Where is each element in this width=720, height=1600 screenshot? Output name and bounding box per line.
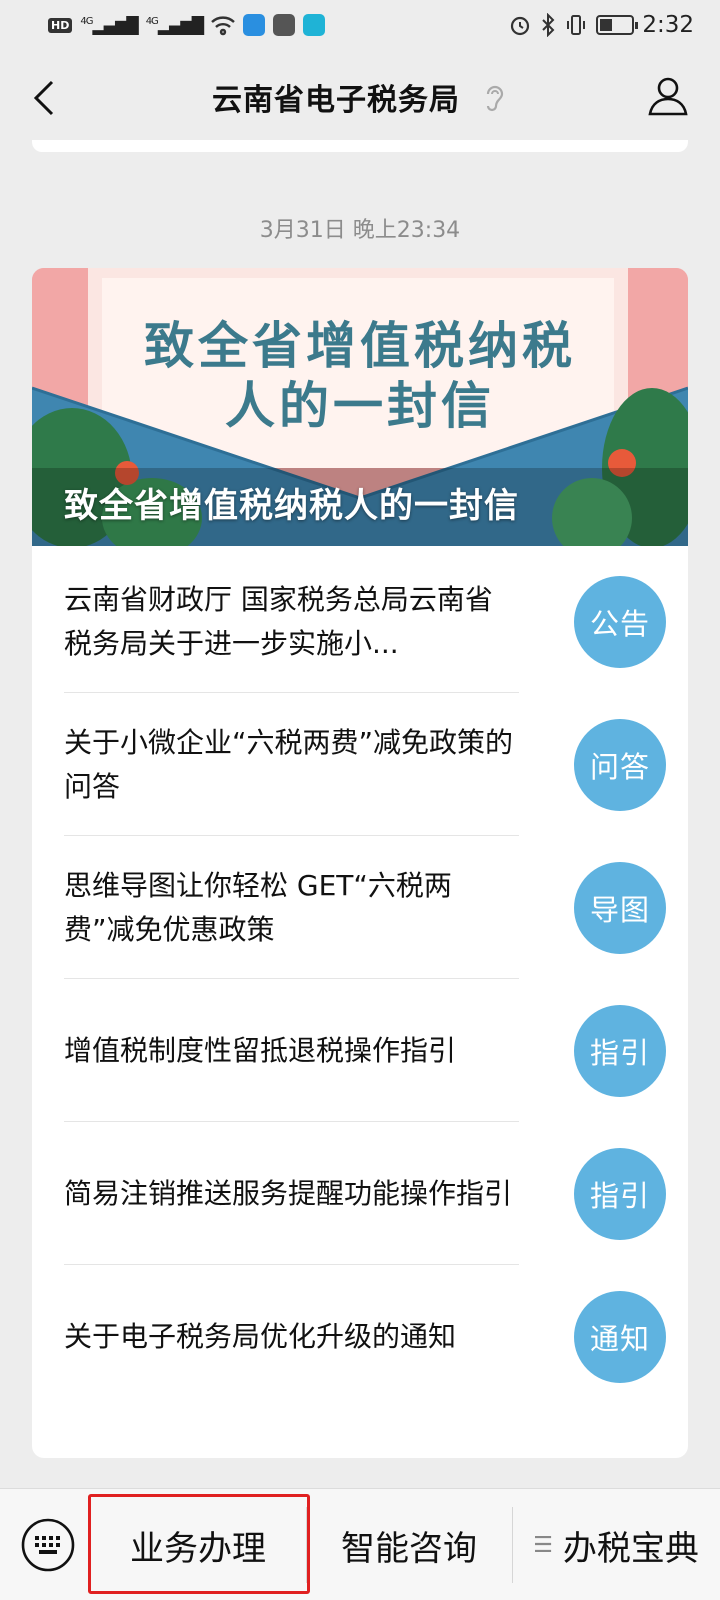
cover-art-title-line1: 致全省增值税纳税 (144, 317, 576, 375)
vibrate-icon (567, 15, 586, 35)
article-item-6[interactable]: 关于电子税务局优化升级的通知 通知 (64, 1265, 688, 1408)
article-badge: 公告 (574, 575, 666, 668)
network-type-2: 4G (145, 15, 159, 27)
article-item-1[interactable]: 云南省财政厅 国家税务总局云南省税务局关于进一步实施小... 公告 (64, 550, 688, 693)
cover-art-title-line2: 人的一封信 (225, 377, 495, 435)
menu-label: 智能咨询 (341, 1528, 477, 1569)
highlight-annotation (88, 1494, 310, 1594)
article-title: 云南省财政厅 国家税务总局云南省税务局关于进一步实施小... (64, 582, 493, 660)
status-left: HD 4G▂▄▆█ 4G▂▄▆█ (48, 14, 326, 36)
back-arrow-icon[interactable] (26, 78, 66, 118)
cover-caption: 致全省增值税纳税人的一封信 (64, 486, 519, 526)
signal-icon-1: 4G▂▄▆█ (80, 15, 138, 35)
article-title: 关于小微企业“六税两费”减免政策的问答 (64, 725, 514, 803)
article-title: 简易注销推送服务提醒功能操作指引 (64, 1176, 513, 1210)
profile-icon[interactable] (646, 74, 690, 118)
article-badge: 导图 (574, 861, 666, 954)
article-badge: 通知 (574, 1290, 666, 1383)
nav-bar: 云南省电子税务局 (0, 50, 720, 144)
wifi-icon (211, 16, 235, 36)
previous-message-card (32, 140, 688, 152)
article-title: 思维导图让你轻松 GET“六税两费”减免优惠政策 (64, 868, 452, 946)
article-badge: 指引 (574, 1147, 666, 1240)
app-notification-icon-2 (273, 14, 296, 36)
article-badge: 问答 (574, 718, 666, 811)
menu-label: 办税宝典 (562, 1528, 699, 1569)
article-item-5[interactable]: 简易注销推送服务提醒功能操作指引 指引 (64, 1122, 688, 1265)
article-card[interactable]: 致全省增值税纳税 人的一封信 致全省增值税纳税人的一封信 云南省财政厅 国家税务… (32, 268, 688, 1458)
page-title: 云南省电子税务局 (212, 83, 460, 118)
alarm-icon (511, 16, 530, 36)
status-right: 2:32 (508, 12, 694, 38)
cover-image[interactable]: 致全省增值税纳税 人的一封信 致全省增值税纳税人的一封信 (32, 268, 688, 546)
article-title: 关于电子税务局优化升级的通知 (64, 1319, 457, 1353)
article-item-2[interactable]: 关于小微企业“六税两费”减免政策的问答 问答 (64, 693, 688, 836)
article-item-4[interactable]: 增值税制度性留抵退税操作指引 指引 (64, 979, 688, 1122)
article-badge: 指引 (574, 1004, 666, 1097)
clock: 2:32 (642, 12, 694, 38)
submenu-lines-icon: ☰ (533, 1532, 553, 1558)
message-timestamp: 3月31日 晚上23:34 (259, 218, 461, 243)
article-list: 云南省财政厅 国家税务总局云南省税务局关于进一步实施小... 公告 关于小微企业… (64, 550, 688, 1408)
battery-icon (596, 15, 639, 35)
app-notification-icon-3 (303, 14, 326, 36)
bluetooth-icon (542, 13, 555, 37)
cover-art-title: 致全省增值税纳税 人的一封信 (32, 316, 688, 436)
ear-icon[interactable] (482, 82, 508, 112)
app-notification-icon-1 (243, 14, 266, 36)
network-type-1: 4G (80, 15, 93, 27)
article-item-3[interactable]: 思维导图让你轻松 GET“六税两费”减免优惠政策 导图 (64, 836, 688, 979)
keyboard-icon[interactable] (20, 1517, 76, 1573)
hd-indicator: HD (48, 17, 73, 33)
signal-icon-2: 4G▂▄▆█ (145, 15, 204, 35)
menu-tax-guide[interactable]: ☰ 办税宝典 (512, 1489, 720, 1600)
status-bar: HD 4G▂▄▆█ 4G▂▄▆█ 2:32 (0, 0, 720, 50)
article-title: 增值税制度性留抵退税操作指引 (64, 1033, 457, 1067)
menu-smart-consult[interactable]: 智能咨询 (306, 1489, 512, 1600)
